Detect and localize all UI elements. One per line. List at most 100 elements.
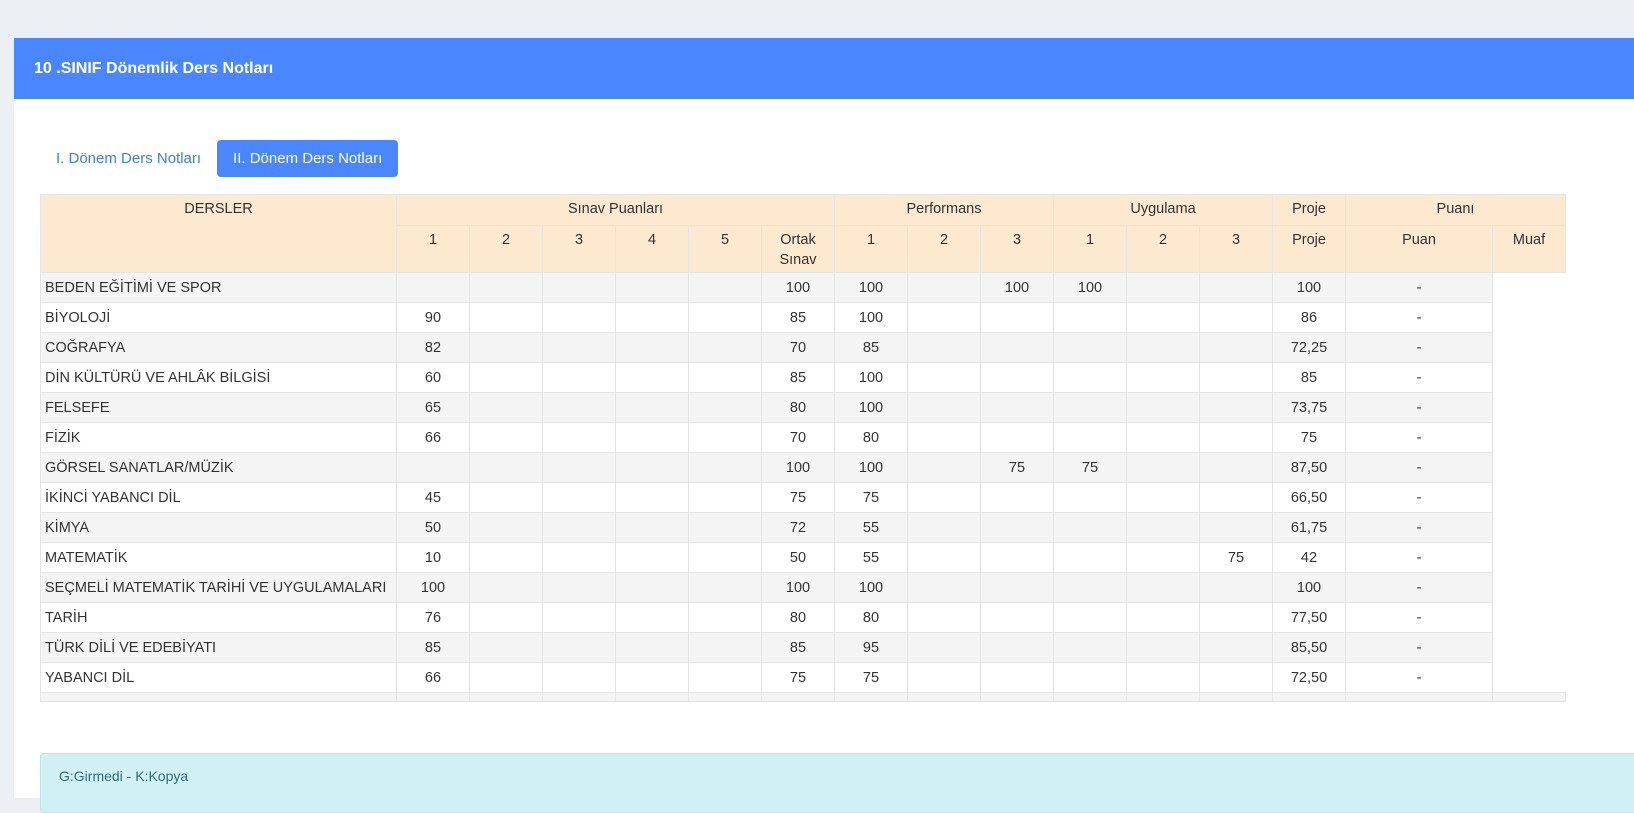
grade-cell [688, 632, 762, 663]
grades-table-wrapper: DERSLER Sınav Puanları Performans Uygula… [40, 194, 1566, 702]
grade-cell [688, 272, 762, 303]
filler-cell [40, 692, 397, 702]
grades-body: BEDEN EĞİTİMİ VE SPOR 100 100 100 100 100- BİY… [40, 272, 1566, 702]
table-filler-row [40, 692, 1566, 702]
sub-header-cell: 4 [615, 225, 689, 273]
grade-cell [1053, 422, 1127, 453]
filler-cell [1053, 692, 1127, 702]
grade-cell [615, 602, 689, 633]
grade-cell: 42 [1272, 542, 1346, 573]
grade-cell: - [1345, 512, 1493, 543]
grade-cell: 66,50 [1272, 482, 1346, 513]
filler-cell [688, 692, 762, 702]
grade-cell [615, 572, 689, 603]
course-name: YABANCI DİL [40, 662, 397, 693]
course-name: GÖRSEL SANATLAR/MÜZİK [40, 452, 397, 483]
table-row: TARİH 76 80 80 77,50- [40, 602, 1566, 633]
grade-cell [396, 452, 470, 483]
table-row: BİYOLOJİ 90 85 100 86- [40, 302, 1566, 333]
grade-cell: - [1345, 482, 1493, 513]
grade-cell [980, 332, 1054, 363]
filler-cell [1272, 692, 1346, 702]
grade-cell [542, 602, 616, 633]
grade-cell: 85 [761, 362, 835, 393]
grade-cell: 85 [1272, 362, 1346, 393]
grade-cell [688, 602, 762, 633]
course-name: FELSEFE [40, 392, 397, 423]
grade-cell [615, 272, 689, 303]
grade-cell [1199, 662, 1273, 693]
filler-cell [761, 692, 835, 702]
tab-second-term[interactable]: II. Dönem Ders Notları [217, 140, 399, 177]
grade-cell: - [1345, 572, 1493, 603]
grade-cell [542, 542, 616, 573]
grade-cell: - [1345, 302, 1493, 333]
grade-cell [1126, 632, 1200, 663]
grade-cell [907, 542, 981, 573]
grade-cell: 55 [834, 542, 908, 573]
grade-cell [1126, 482, 1200, 513]
course-name: MATEMATİK [40, 542, 397, 573]
header-dersler: DERSLER [40, 194, 397, 273]
grade-cell [980, 602, 1054, 633]
grade-cell [688, 392, 762, 423]
course-name: BEDEN EĞİTİMİ VE SPOR [40, 272, 397, 303]
grade-cell [1053, 332, 1127, 363]
grade-cell [980, 422, 1054, 453]
grade-cell [615, 452, 689, 483]
filler-cell [615, 692, 689, 702]
grade-cell [980, 302, 1054, 333]
grade-cell: 60 [396, 362, 470, 393]
grade-cell [615, 332, 689, 363]
grade-cell [980, 632, 1054, 663]
grade-cell: 100 [834, 302, 908, 333]
table-row: GÖRSEL SANATLAR/MÜZİK 100 100 75 75 87,50- [40, 452, 1566, 483]
grade-cell: - [1345, 272, 1493, 303]
grade-cell [1053, 632, 1127, 663]
grade-cell: 85,50 [1272, 632, 1346, 663]
sub-header-cell: 3 [980, 225, 1054, 273]
table-row: DİN KÜLTÜRÜ VE AHLÂK BİLGİSİ 60 85 100 85- [40, 362, 1566, 393]
grade-cell [1199, 332, 1273, 363]
grade-cell [1053, 542, 1127, 573]
grade-cell: 72,50 [1272, 662, 1346, 693]
grade-cell [1199, 632, 1273, 663]
grade-cell [980, 392, 1054, 423]
grade-cell: 87,50 [1272, 452, 1346, 483]
sub-header-cell: 5 [688, 225, 762, 273]
grade-cell [469, 662, 543, 693]
table-row: TÜRK DİLİ VE EDEBİYATI 85 85 95 85,50- [40, 632, 1566, 663]
grade-cell: 100 [1272, 572, 1346, 603]
grade-cell: 75 [761, 482, 835, 513]
grade-cell [542, 422, 616, 453]
course-name: TARİH [40, 602, 397, 633]
header-proje: Proje [1272, 194, 1346, 226]
grade-cell [980, 572, 1054, 603]
grade-cell: 50 [396, 512, 470, 543]
grade-cell: 100 [396, 572, 470, 603]
grade-cell: 50 [761, 542, 835, 573]
grade-cell [469, 422, 543, 453]
sub-header-cell: 2 [907, 225, 981, 273]
grade-cell: 75 [834, 482, 908, 513]
grade-cell: 100 [1053, 272, 1127, 303]
grade-cell [1199, 512, 1273, 543]
sub-header-cell: 1 [834, 225, 908, 273]
grade-cell [615, 512, 689, 543]
sub-header-cell: 2 [1126, 225, 1200, 273]
table-row: MATEMATİK 10 50 55 75 42- [40, 542, 1566, 573]
tab-first-term[interactable]: I. Dönem Ders Notları [40, 140, 217, 177]
grade-cell: 80 [834, 602, 908, 633]
grades-card: 10 .SINIF Dönemlik Ders Notları I. Dönem… [14, 38, 1634, 813]
grade-cell: 100 [834, 392, 908, 423]
grade-cell: 100 [1272, 272, 1346, 303]
course-name: FİZİK [40, 422, 397, 453]
grade-cell [542, 482, 616, 513]
grade-cell: 72,25 [1272, 332, 1346, 363]
course-name: İKİNCİ YABANCI DİL [40, 482, 397, 513]
grade-cell [396, 272, 470, 303]
grade-cell: 90 [396, 302, 470, 333]
grade-cell [1126, 302, 1200, 333]
grade-cell [469, 362, 543, 393]
header-puani: Puanı [1345, 194, 1566, 226]
